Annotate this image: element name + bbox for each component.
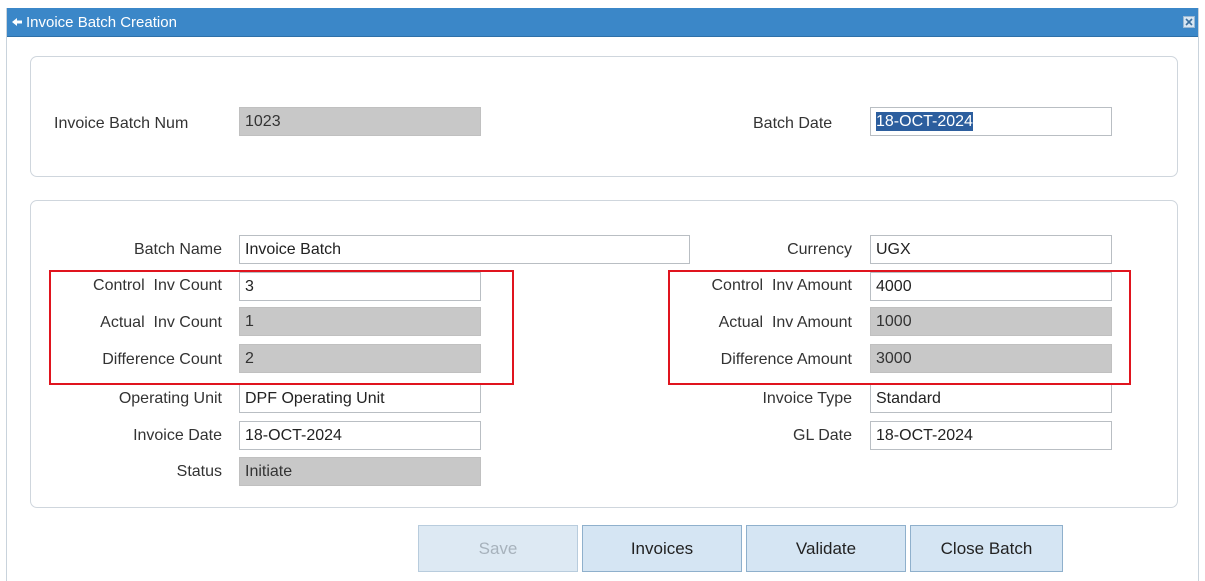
amount-highlight-box — [668, 270, 1131, 385]
batch-date-label: Batch Date — [753, 115, 833, 132]
status-field: Initiate — [239, 457, 481, 486]
invoice-type-label: Invoice Type — [762, 390, 852, 407]
validate-button[interactable]: Validate — [746, 525, 906, 572]
invoice-date-field[interactable]: 18-OCT-2024 — [239, 421, 481, 450]
batch-name-field[interactable]: Invoice Batch — [239, 235, 690, 264]
batch-date-field[interactable]: 18-OCT-2024 — [870, 107, 1112, 136]
invoices-button[interactable]: Invoices — [582, 525, 742, 572]
count-highlight-box — [49, 270, 514, 385]
close-batch-button[interactable]: Close Batch — [910, 525, 1063, 572]
batch-name-label: Batch Name — [133, 241, 222, 258]
close-x-icon[interactable] — [1183, 16, 1195, 28]
currency-field[interactable]: UGX — [870, 235, 1112, 264]
invoice-batch-num-field: 1023 — [239, 107, 481, 136]
status-label: Status — [176, 463, 222, 480]
batch-header-panel: Invoice Batch Num 1023 Batch Date 18-OCT… — [30, 56, 1178, 177]
invoice-type-field[interactable]: Standard — [870, 384, 1112, 413]
currency-label: Currency — [787, 241, 852, 258]
window-title: Invoice Batch Creation — [26, 14, 177, 31]
operating-unit-field[interactable]: DPF Operating Unit — [239, 384, 481, 413]
invoice-batch-window: Invoice Batch Creation Invoice Batch Num… — [6, 8, 1199, 581]
form-icon — [12, 18, 22, 26]
invoice-batch-num-label: Invoice Batch Num — [54, 115, 189, 132]
batch-date-selected-text: 18-OCT-2024 — [876, 112, 973, 131]
invoice-date-label: Invoice Date — [133, 427, 222, 444]
operating-unit-label: Operating Unit — [118, 390, 222, 407]
save-button[interactable]: Save — [418, 525, 578, 572]
gl-date-label: GL Date — [793, 427, 852, 444]
title-bar[interactable]: Invoice Batch Creation — [7, 8, 1198, 37]
gl-date-field[interactable]: 18-OCT-2024 — [870, 421, 1112, 450]
